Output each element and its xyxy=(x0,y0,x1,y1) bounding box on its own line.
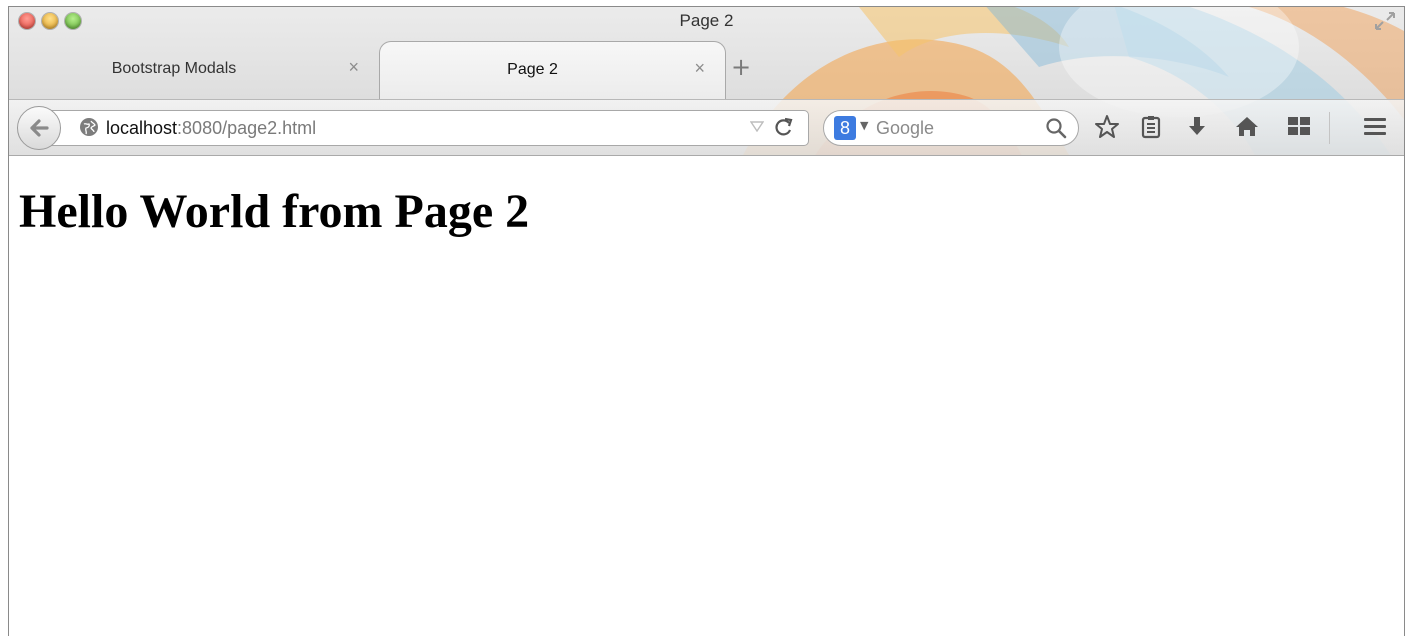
reading-list-icon[interactable] xyxy=(1137,114,1165,142)
page-content: Hello World from Page 2 xyxy=(9,156,1404,636)
back-button[interactable] xyxy=(17,106,61,150)
fullscreen-icon[interactable] xyxy=(1374,11,1396,31)
url-text[interactable]: localhost:8080/page2.html xyxy=(106,118,316,139)
navigation-toolbar: localhost:8080/page2.html 8 ▼ Google xyxy=(9,99,1404,155)
back-arrow-icon xyxy=(30,119,49,137)
menu-icon[interactable] xyxy=(1361,114,1389,142)
tab-bootstrap-modals[interactable]: Bootstrap Modals × xyxy=(9,41,379,98)
page-heading: Hello World from Page 2 xyxy=(19,185,530,238)
title-bar: Page 2 xyxy=(9,7,1404,37)
tab-page-2[interactable]: Page 2 × xyxy=(379,41,726,99)
tab-label: Page 2 xyxy=(507,61,558,78)
browser-chrome: Page 2 Bootstrap Modals × Page 2 × + loc… xyxy=(9,7,1404,156)
globe-icon xyxy=(80,118,98,136)
tab-label: Bootstrap Modals xyxy=(111,60,237,77)
url-bar[interactable]: localhost:8080/page2.html xyxy=(45,110,809,146)
chevron-down-icon[interactable]: ▼ xyxy=(860,119,868,132)
close-tab-icon[interactable]: × xyxy=(694,58,705,79)
home-icon[interactable] xyxy=(1233,114,1261,142)
reload-icon[interactable] xyxy=(772,115,794,144)
window-title: Page 2 xyxy=(679,11,734,30)
search-bar[interactable]: 8 ▼ Google xyxy=(823,110,1079,146)
google-engine-icon[interactable]: 8 xyxy=(834,116,856,140)
tab-strip: Bootstrap Modals × Page 2 × + xyxy=(9,41,1404,99)
url-path: :8080/page2.html xyxy=(177,118,317,138)
new-tab-button[interactable]: + xyxy=(731,53,751,81)
browser-window: Page 2 Bootstrap Modals × Page 2 × + loc… xyxy=(8,6,1405,636)
history-dropmarker-icon[interactable] xyxy=(749,120,765,136)
toolbar-divider xyxy=(1329,112,1330,144)
search-icon[interactable] xyxy=(1044,115,1068,141)
close-tab-icon[interactable]: × xyxy=(348,57,359,78)
download-icon[interactable] xyxy=(1183,114,1211,142)
panel-icon[interactable] xyxy=(1285,114,1313,142)
search-placeholder: Google xyxy=(876,118,935,138)
url-host: localhost xyxy=(106,118,178,138)
bookmark-star-icon[interactable] xyxy=(1093,114,1121,142)
